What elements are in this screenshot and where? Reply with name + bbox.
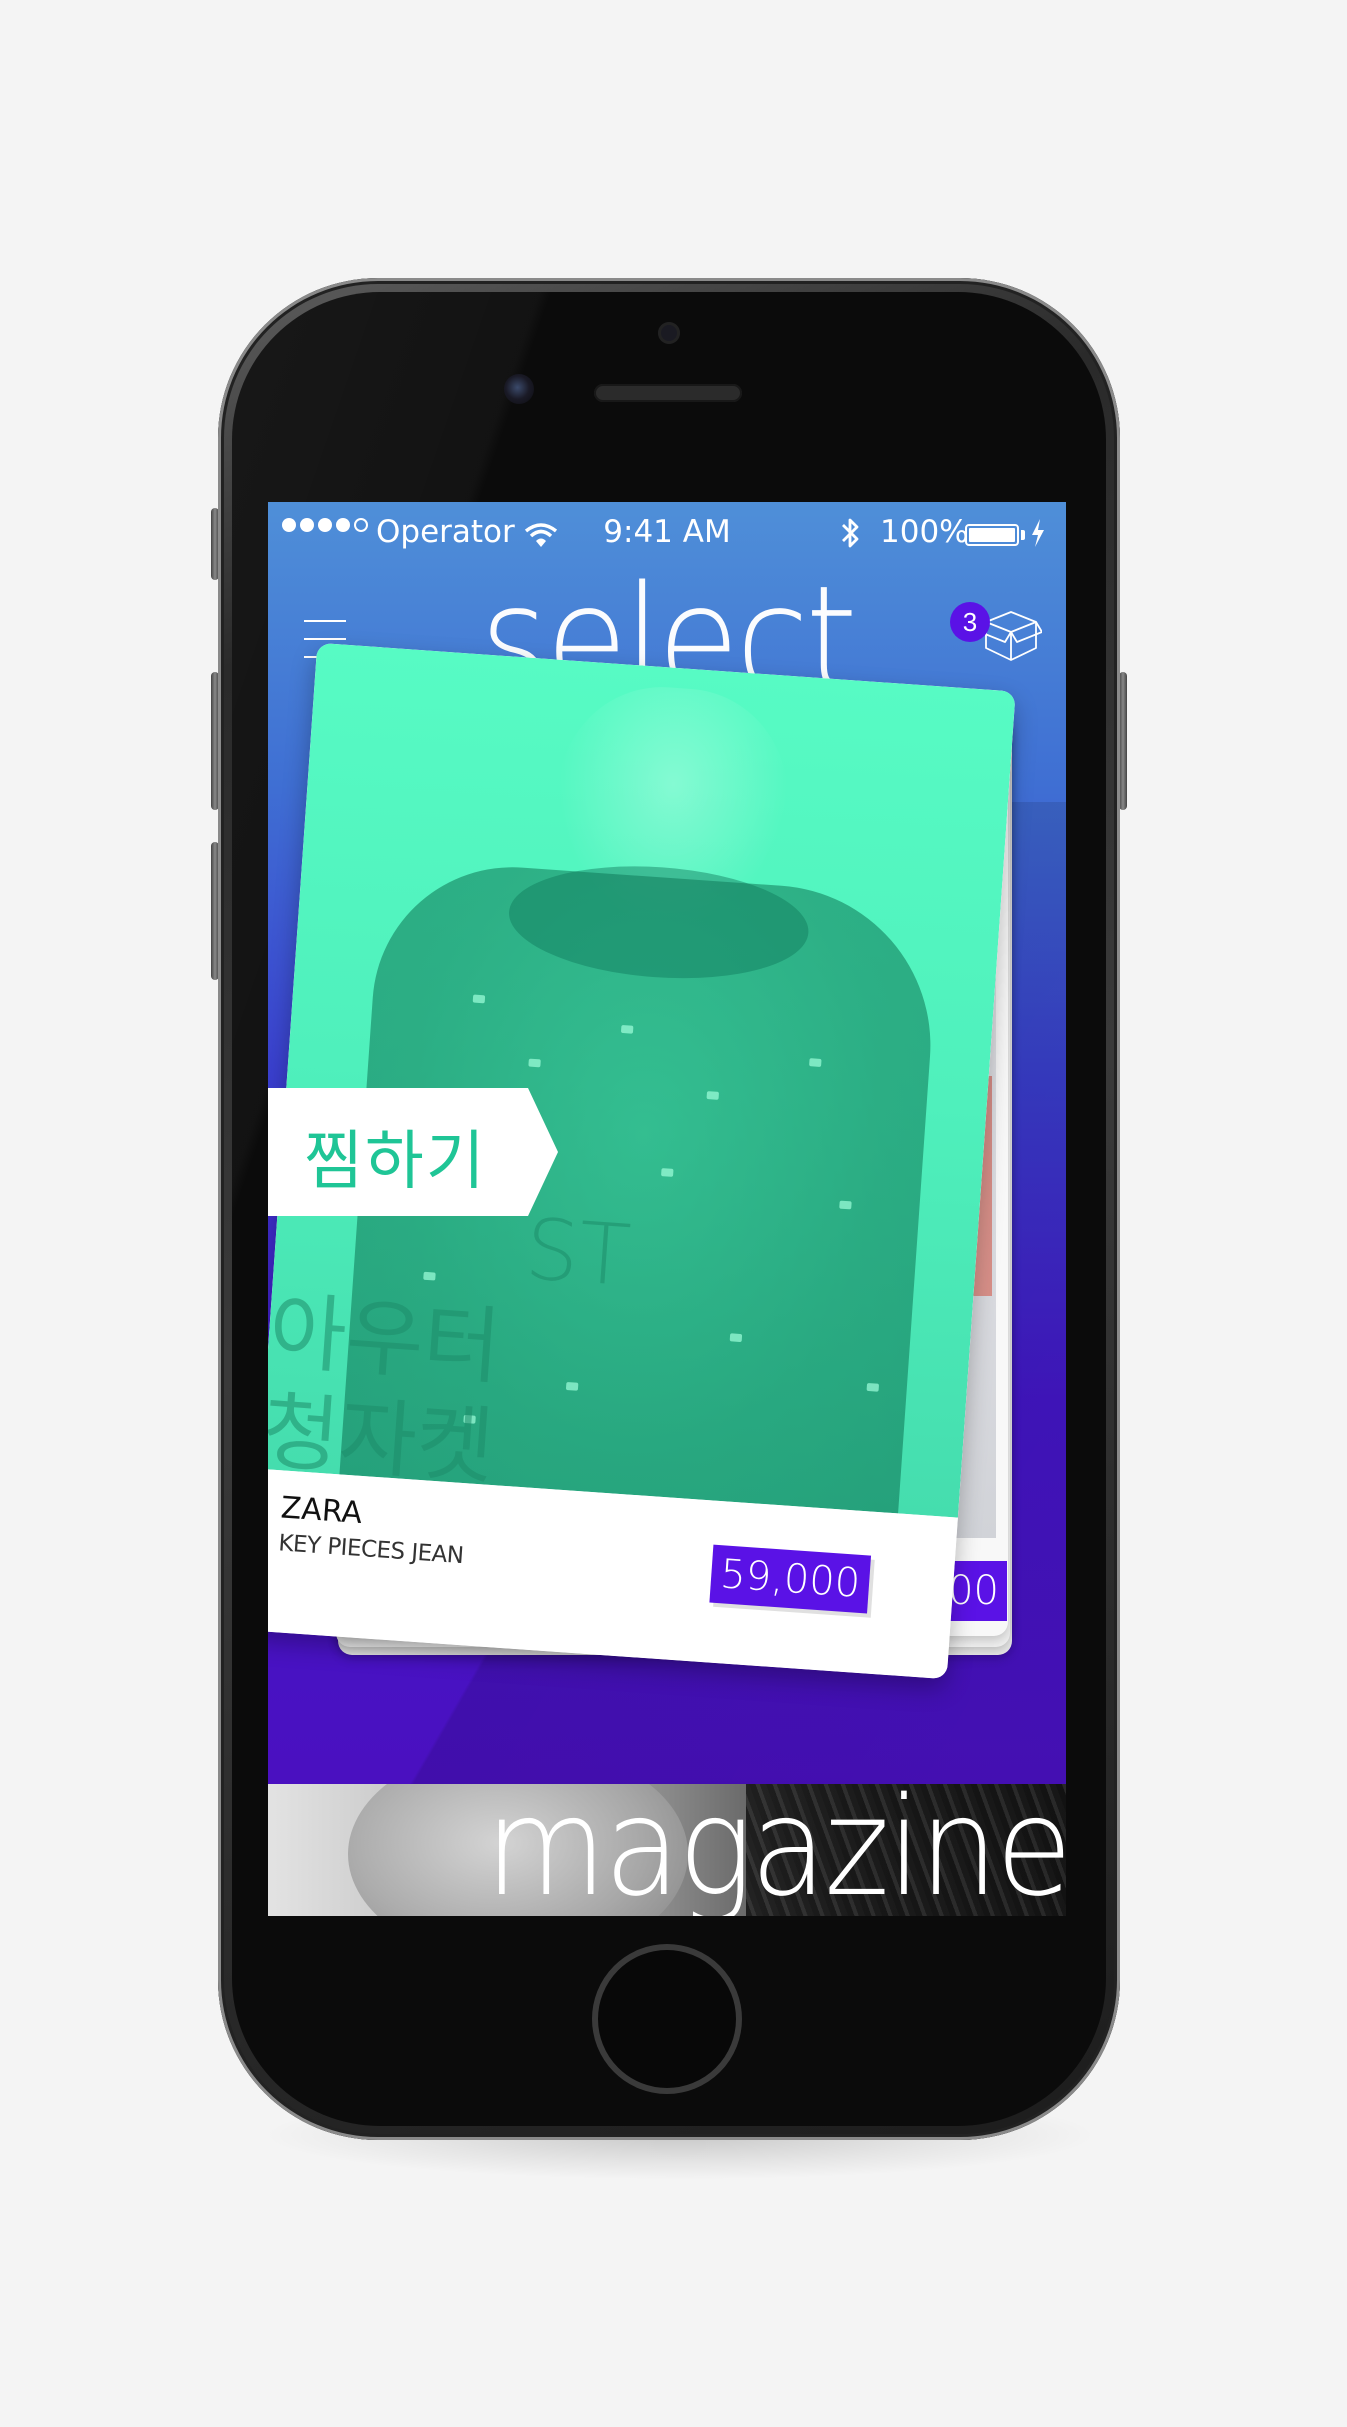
photo-detail (866, 1382, 880, 1392)
photo-detail (528, 1058, 541, 1068)
photo-detail (729, 1333, 743, 1343)
battery-icon (965, 524, 1019, 546)
photo-detail (839, 1200, 852, 1210)
magazine-label: magazine (485, 1784, 1066, 1916)
photo-detail (809, 1058, 822, 1067)
power-button (1119, 672, 1127, 810)
box-icon[interactable] (979, 604, 1043, 671)
photo-detail (472, 994, 486, 1004)
front-camera (504, 374, 534, 404)
proximity-sensor (658, 322, 680, 344)
home-button[interactable] (592, 1944, 742, 2094)
product-price-tag: 59,000 (709, 1544, 872, 1614)
photo-detail (620, 1024, 634, 1034)
cart-count-badge: 3 (950, 602, 990, 642)
app-area: Operator 9:41 AM 100% select 3 00 ST 아우터… (268, 502, 1066, 1784)
overlay-text: ST 아우터 청자켓 (268, 1181, 633, 1505)
product-brand: ZARA (279, 1490, 364, 1531)
magazine-banner[interactable]: magazine (268, 1784, 1066, 1916)
bluetooth-icon (838, 516, 862, 558)
photo-detail (706, 1091, 720, 1100)
product-name: KEY PIECES JEAN (277, 1530, 465, 1570)
charging-bolt-icon (1030, 518, 1046, 556)
earpiece-speaker (594, 384, 742, 402)
battery-nub (1021, 530, 1025, 540)
wishlist-button[interactable]: 찜하기 (268, 1088, 558, 1216)
product-photo: ST 아우터 청자켓 (268, 642, 1016, 1518)
battery-percent: 100% (880, 514, 969, 550)
wishlist-label: 찜하기 (304, 1125, 487, 1199)
photo-detail (661, 1168, 674, 1177)
screen: Operator 9:41 AM 100% select 3 00 ST 아우터… (268, 502, 1066, 1916)
